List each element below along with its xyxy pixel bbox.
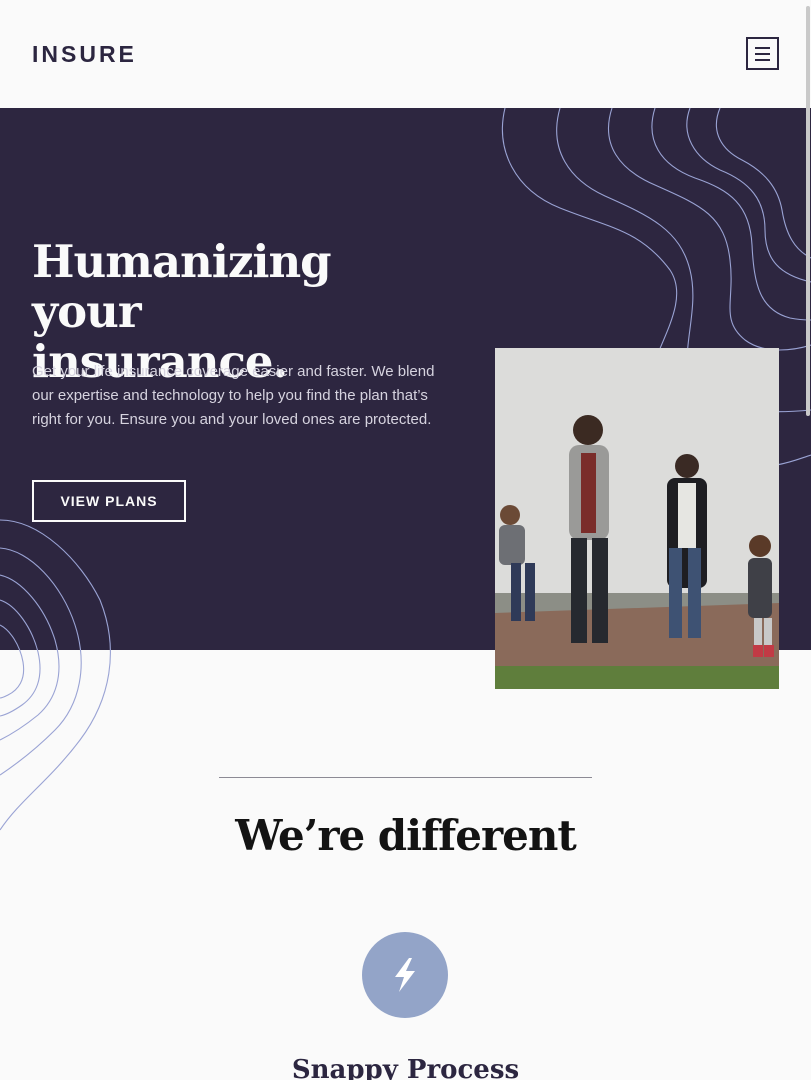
hamburger-menu-button[interactable] bbox=[746, 37, 779, 70]
page-scrollbar[interactable] bbox=[805, 0, 811, 1080]
view-plans-button[interactable]: VIEW PLANS bbox=[32, 480, 186, 522]
hero-description: Get your life insurance coverage easier … bbox=[32, 363, 435, 428]
hero-title-line-1: Humanizing your bbox=[32, 235, 332, 338]
section-title: We’re different bbox=[235, 811, 577, 860]
menu-line bbox=[755, 47, 770, 49]
lightning-bolt-icon bbox=[395, 958, 415, 992]
section-divider bbox=[219, 777, 592, 778]
menu-line bbox=[755, 53, 770, 55]
site-header: INSURE bbox=[0, 0, 811, 108]
insure-logo[interactable]: INSURE bbox=[32, 42, 144, 66]
feature-icon-circle bbox=[362, 932, 448, 1018]
feature-title: Snappy Process bbox=[291, 1055, 520, 1080]
scrollbar-thumb[interactable] bbox=[806, 6, 810, 416]
menu-line bbox=[755, 59, 770, 61]
family-photo bbox=[495, 348, 779, 689]
